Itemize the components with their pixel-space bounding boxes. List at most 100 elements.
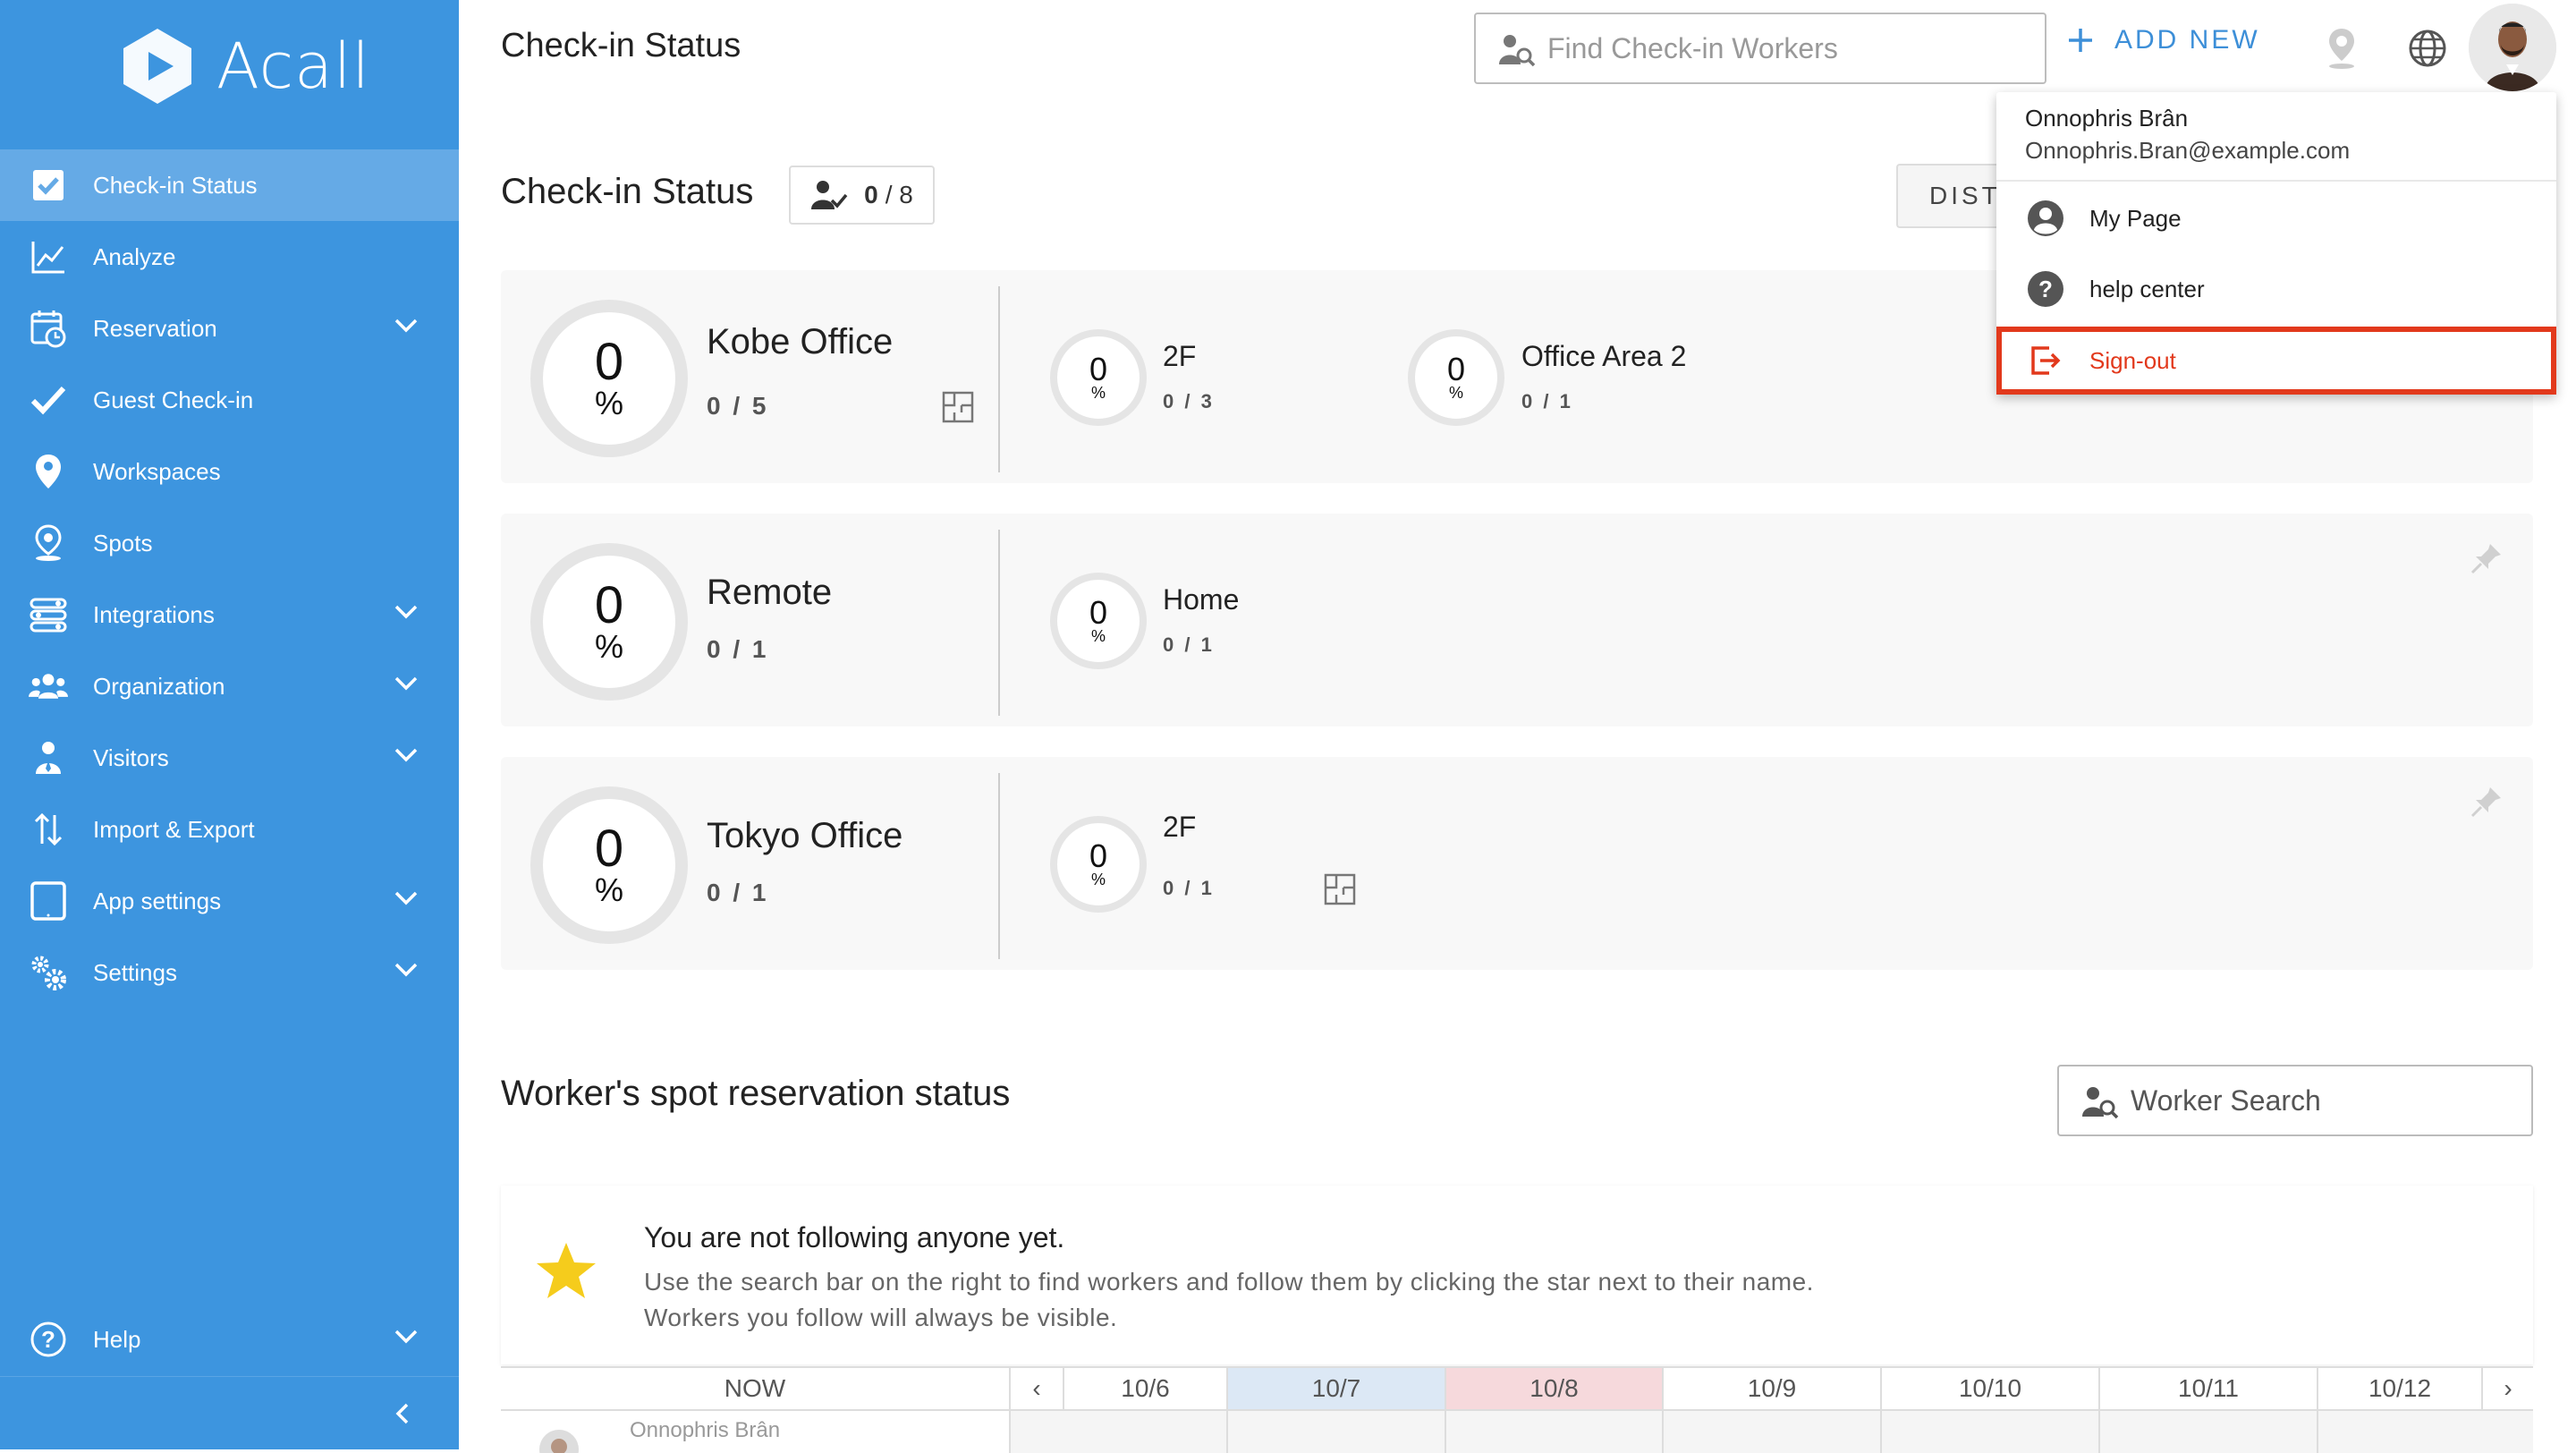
location-pin-icon[interactable] [2326, 27, 2358, 70]
chart-line-icon [29, 237, 68, 276]
card-divider [998, 286, 1000, 472]
date-column-header: 10/6 [1064, 1368, 1228, 1409]
day-cell[interactable] [2100, 1411, 2318, 1453]
floor-map-icon[interactable] [1324, 873, 1356, 905]
chevron-down-icon[interactable] [394, 676, 419, 692]
percent-sign: % [1090, 871, 1106, 888]
user-circle-icon [2027, 200, 2064, 237]
add-new-label: ADD NEW [2114, 25, 2260, 55]
sub-area-count: 0 / 1 [1163, 877, 1215, 899]
sidebar-item-workspaces[interactable]: Workspaces [0, 436, 459, 507]
import-export-icon [29, 810, 68, 849]
worker-search-input[interactable]: Worker Search [2057, 1065, 2533, 1136]
pin-icon[interactable] [2469, 540, 2504, 576]
checkmark-icon [29, 380, 68, 420]
location-name[interactable]: Tokyo Office [707, 816, 902, 856]
menu-item-my-page[interactable]: My Page [1996, 184, 2556, 252]
pin-icon[interactable] [2469, 784, 2504, 820]
day-cell[interactable] [1882, 1411, 2100, 1453]
sidebar-item-check-in-status[interactable]: Check-in Status [0, 149, 459, 221]
acall-logo[interactable]: Acall [116, 25, 370, 107]
percent-sign: % [1448, 384, 1463, 402]
location-name[interactable]: Remote [707, 573, 832, 613]
search-placeholder: Find Check-in Workers [1547, 32, 1838, 64]
sub-area-name[interactable]: 2F [1163, 811, 1196, 844]
worker-cell[interactable]: Onnophris Brân [501, 1411, 1011, 1453]
chevron-down-icon[interactable] [394, 890, 419, 906]
sub-area-name[interactable]: 2F [1163, 340, 1196, 373]
checkbox-icon [29, 166, 68, 205]
percent-sign: % [1090, 627, 1106, 645]
sidebar-item-organization[interactable]: Organization [0, 650, 459, 722]
user-search-icon [1499, 35, 1536, 67]
empty-description-line: Workers you follow will always be visibl… [644, 1304, 1118, 1331]
location-count: 0 / 1 [707, 635, 769, 663]
location-name[interactable]: Kobe Office [707, 322, 893, 362]
day-cell[interactable] [1011, 1411, 1228, 1453]
menu-item-label: Sign-out [2089, 346, 2176, 374]
map-pin-icon [29, 452, 68, 491]
svg-text:?: ? [41, 1326, 55, 1353]
chevron-down-icon[interactable] [394, 962, 419, 978]
menu-item-label: My Page [2089, 204, 2182, 232]
location-count: 0 / 5 [707, 392, 769, 420]
chevron-down-icon[interactable] [394, 604, 419, 620]
floor-map-icon[interactable] [942, 391, 974, 423]
avatar-photo [2469, 4, 2556, 91]
next-week-button[interactable]: › [2483, 1368, 2533, 1409]
sidebar-item-label: Spots [93, 529, 153, 557]
date-column-header: 10/10 [1882, 1368, 2100, 1409]
sub-occupancy-percent: 0 [1089, 837, 1108, 874]
user-search-icon [2082, 1087, 2119, 1119]
day-cell[interactable] [1228, 1411, 1446, 1453]
sidebar-item-label: Reservation [93, 314, 217, 342]
find-workers-search-input[interactable]: Find Check-in Workers [1474, 13, 2046, 84]
sidebar-item-label: Check-in Status [93, 171, 258, 199]
sidebar: Acall Check-in Status Analyze Reservatio… [0, 0, 459, 1449]
chevron-left-icon [395, 1403, 409, 1424]
menu-item-help-center[interactable]: ? help center [1996, 255, 2556, 323]
percent-sign: % [594, 871, 623, 908]
tablet-icon [29, 881, 68, 921]
svg-text:?: ? [2038, 276, 2053, 302]
sidebar-item-integrations[interactable]: Integrations [0, 579, 459, 650]
plus-icon [2069, 29, 2092, 52]
chevron-down-icon[interactable] [394, 747, 419, 763]
add-new-button[interactable]: ADD NEW [2066, 25, 2260, 55]
chevron-down-icon[interactable] [394, 1329, 419, 1345]
sub-area-count: 0 / 1 [1521, 390, 1573, 412]
sidebar-item-help[interactable]: ? Help [0, 1304, 459, 1375]
sidebar-item-analyze[interactable]: Analyze [0, 221, 459, 293]
user-check-icon [811, 181, 848, 209]
sidebar-item-app-settings[interactable]: App settings [0, 865, 459, 937]
sidebar-item-visitors[interactable]: Visitors [0, 722, 459, 794]
sub-occupancy-percent: 0 [1089, 351, 1108, 387]
sidebar-item-label: Organization [93, 672, 225, 700]
sidebar-item-label: Help [93, 1325, 141, 1353]
day-cell[interactable] [2318, 1411, 2533, 1453]
sub-area-count: 0 / 1 [1163, 633, 1215, 656]
chevron-down-icon[interactable] [394, 318, 419, 334]
sub-occupancy-ring: 0 % [1408, 329, 1504, 426]
sign-out-icon [2027, 342, 2064, 379]
sub-area-name[interactable]: Office Area 2 [1521, 340, 1686, 373]
date-column-header-holiday: 10/8 [1446, 1368, 1664, 1409]
user-name: Onnophris Brân [2025, 105, 2189, 132]
menu-item-sign-out[interactable]: Sign-out [1996, 327, 2556, 395]
gears-icon [29, 953, 68, 992]
worker-search-placeholder: Worker Search [2131, 1084, 2321, 1117]
collapse-sidebar-button[interactable] [0, 1376, 459, 1449]
sidebar-item-settings[interactable]: Settings [0, 937, 459, 1008]
prev-week-button[interactable]: ‹ [1011, 1368, 1064, 1409]
user-avatar[interactable] [2469, 4, 2556, 91]
day-cell[interactable] [1446, 1411, 1664, 1453]
date-column-header: 10/11 [2100, 1368, 2318, 1409]
sidebar-item-guest-check-in[interactable]: Guest Check-in [0, 364, 459, 436]
sub-area-count: 0 / 3 [1163, 390, 1215, 412]
globe-icon[interactable] [2408, 29, 2447, 68]
sidebar-item-reservation[interactable]: Reservation [0, 293, 459, 364]
sidebar-item-import-export[interactable]: Import & Export [0, 794, 459, 865]
day-cell[interactable] [1664, 1411, 1882, 1453]
sidebar-item-spots[interactable]: Spots [0, 507, 459, 579]
sub-area-name[interactable]: Home [1163, 583, 1239, 616]
